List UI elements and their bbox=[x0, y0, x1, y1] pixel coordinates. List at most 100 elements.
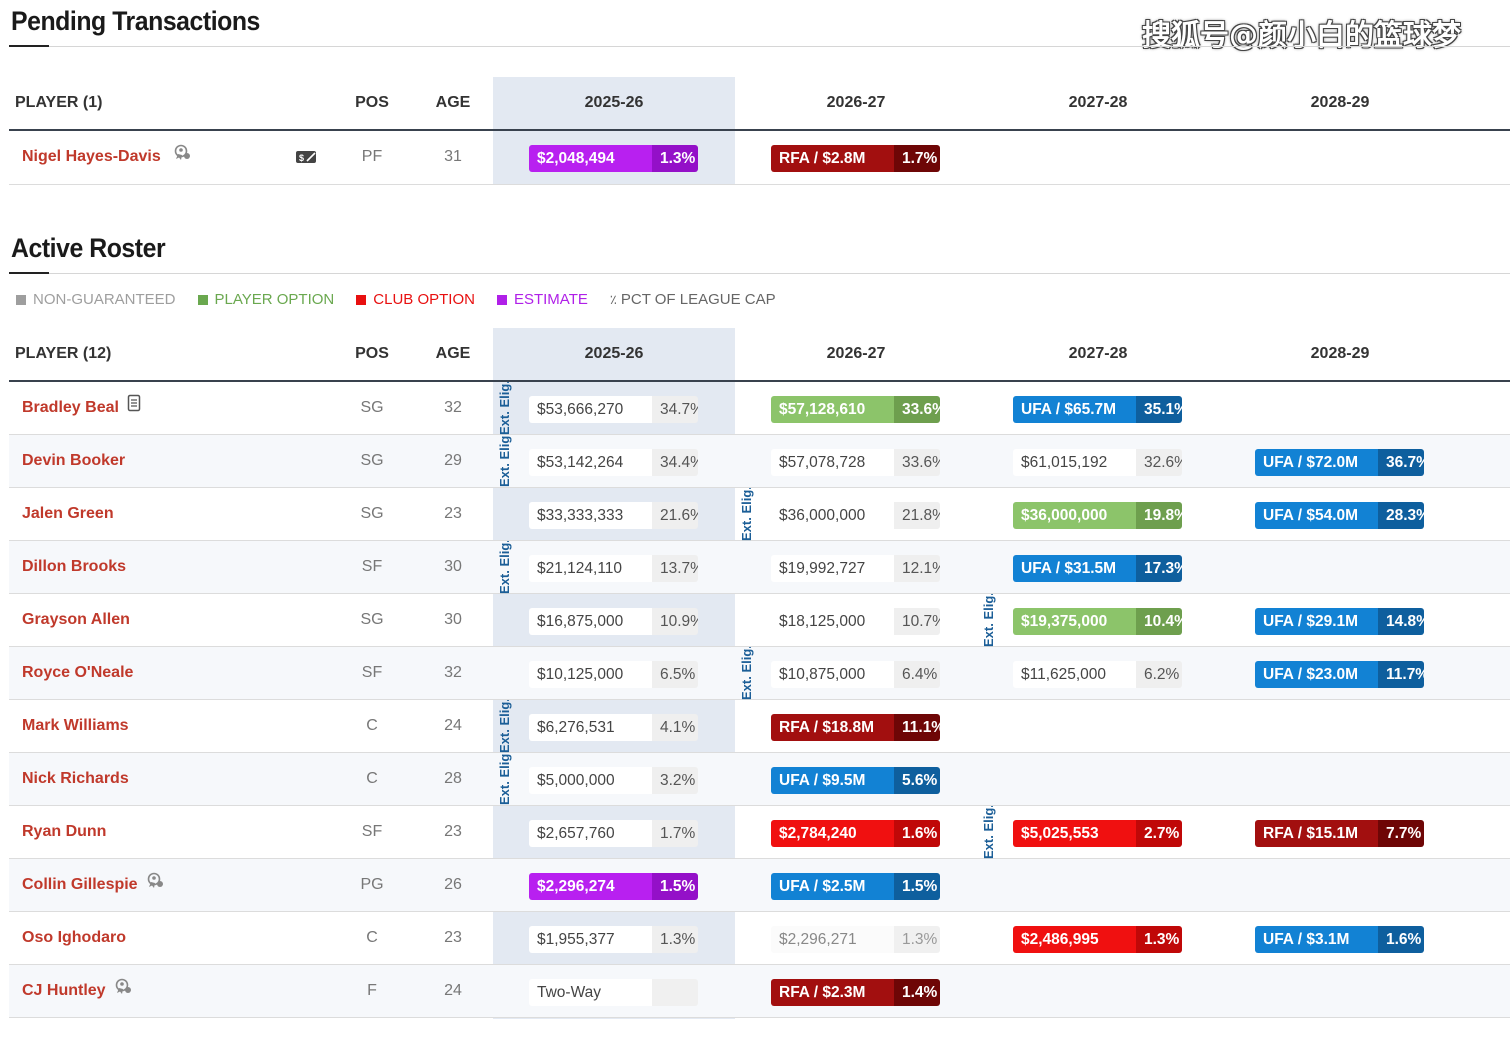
header-2028-29[interactable]: 2028-29 bbox=[1219, 328, 1461, 380]
salary-pill-2025-26[interactable]: $16,875,00010.9% bbox=[529, 608, 698, 635]
table-row: Nick Richards C 28 $5,000,000 3.2% UFA / $9.5… bbox=[9, 753, 1510, 806]
salary-amount: UFA / $23.0M bbox=[1255, 661, 1378, 688]
salary-pill-2028-29[interactable]: RFA / $15.1M 7.7% bbox=[1255, 820, 1424, 847]
salary-pill-2027-28[interactable]: $19,375,00010.4% bbox=[1013, 608, 1182, 635]
cap-percent: 6.5% bbox=[652, 661, 698, 688]
salary-pill-2026-27[interactable]: $57,078,72833.6% bbox=[771, 449, 940, 476]
player-name-link[interactable]: Nick Richards bbox=[22, 770, 129, 787]
header-2025-26[interactable]: 2025-26 bbox=[493, 328, 735, 380]
legend-swatch bbox=[197, 294, 208, 305]
cap-percent: 7.7% bbox=[1378, 820, 1424, 847]
two-way-badge-icon[interactable] bbox=[114, 965, 132, 1017]
salary-amount: $10,125,000 bbox=[529, 661, 652, 688]
extension-eligible-label: Ext. Elig. bbox=[497, 435, 512, 487]
player-name-link[interactable]: Oso Ighodaro bbox=[22, 929, 126, 946]
salary-pill-2026-27[interactable]: UFA / $2.5M 1.5% bbox=[771, 873, 940, 900]
salary-pill-2025-26[interactable]: $2,657,760 1.7% bbox=[529, 820, 698, 847]
salary-amount: UFA / $9.5M bbox=[771, 767, 894, 794]
player-name-link[interactable]: Mark Williams bbox=[22, 717, 129, 734]
header-player[interactable]: PLAYER (1) bbox=[15, 77, 102, 129]
salary-pill-2025-26[interactable]: $5,000,000 3.2% bbox=[529, 767, 698, 794]
salary-pill-2025-26[interactable]: $53,666,27034.7% bbox=[529, 396, 698, 423]
header-2028-29[interactable]: 2028-29 bbox=[1219, 77, 1461, 129]
salary-pill-2025-26[interactable]: $2,296,274 1.5% bbox=[529, 873, 698, 900]
salary-pill-2028-29[interactable]: UFA / $3.1M 1.6% bbox=[1255, 926, 1424, 953]
salary-amount: $6,276,531 bbox=[529, 714, 652, 741]
player-name-link[interactable]: Grayson Allen bbox=[22, 611, 130, 628]
player-cell: CJ Huntley bbox=[22, 965, 132, 1017]
legend: NON-GUARANTEED PLAYER OPTION CLUB OPTION… bbox=[16, 291, 798, 308]
salary-pill-2028-29[interactable]: UFA / $23.0M11.7% bbox=[1255, 661, 1424, 688]
salary-pill-2026-27[interactable]: $36,000,00021.8% bbox=[771, 502, 940, 529]
player-name-link[interactable]: Nigel Hayes-Davis bbox=[22, 148, 161, 165]
position-cell: PF bbox=[361, 148, 383, 165]
salary-pill-2026-27[interactable]: $2,296,271 1.3% bbox=[771, 926, 940, 953]
header-2027-28[interactable]: 2027-28 bbox=[977, 328, 1219, 380]
salary-pill-2027-28[interactable]: $36,000,00019.8% bbox=[1013, 502, 1182, 529]
salary-pill-2026-27[interactable]: $10,875,000 6.4% bbox=[771, 661, 940, 688]
player-name-link[interactable]: CJ Huntley bbox=[22, 982, 106, 999]
salary-pill-2027-28[interactable]: UFA / $65.7M35.1% bbox=[1013, 396, 1182, 423]
salary-pill-2028-29[interactable]: UFA / $72.0M36.7% bbox=[1255, 449, 1424, 476]
salary-pill-2026-27[interactable]: $57,128,61033.6% bbox=[771, 396, 940, 423]
signed-contract-icon[interactable]: $ bbox=[295, 131, 319, 183]
salary-pill-2025-26[interactable]: $21,124,11013.7% bbox=[529, 555, 698, 582]
salary-pill-2027-28[interactable]: $2,486,995 1.3% bbox=[1013, 926, 1182, 953]
age-cell: 23 bbox=[444, 505, 462, 522]
salary-pill-2025-26[interactable]: Two-Way bbox=[529, 979, 698, 1006]
cap-percent: 28.3% bbox=[1378, 502, 1424, 529]
header-player[interactable]: PLAYER (12) bbox=[15, 328, 111, 380]
salary-pill-2026-27[interactable]: UFA / $9.5M 5.6% bbox=[771, 767, 940, 794]
salary-pill-2026-27[interactable]: RFA / $2.8M 1.7% bbox=[771, 145, 940, 172]
salary-pill-2026-27[interactable]: $19,992,72712.1% bbox=[771, 555, 940, 582]
salary-amount: $21,124,110 bbox=[529, 555, 652, 582]
table-row: Devin Booker SG 29 $53,142,26434.4% $57,078,… bbox=[9, 435, 1510, 488]
salary-pill-2028-29[interactable]: UFA / $29.1M14.8% bbox=[1255, 608, 1424, 635]
header-pos[interactable]: POS bbox=[342, 77, 402, 129]
player-name-link[interactable]: Dillon Brooks bbox=[22, 558, 126, 575]
table-row: Oso Ighodaro C 23 $1,955,377 1.3% $2,296,271 1… bbox=[9, 912, 1510, 965]
salary-pill-2026-27[interactable]: $2,784,240 1.6% bbox=[771, 820, 940, 847]
salary-amount: UFA / $65.7M bbox=[1013, 396, 1136, 423]
header-age[interactable]: AGE bbox=[423, 328, 483, 380]
header-2026-27[interactable]: 2026-27 bbox=[735, 328, 977, 380]
salary-pill-2025-26[interactable]: $1,955,377 1.3% bbox=[529, 926, 698, 953]
table-row: Mark Williams C 24 $6,276,531 4.1% RFA / $18.… bbox=[9, 700, 1510, 753]
cap-percent: 14.8% bbox=[1378, 608, 1424, 635]
cap-percent: 33.6% bbox=[894, 449, 940, 476]
header-2025-26[interactable]: 2025-26 bbox=[493, 77, 735, 129]
contract-document-icon[interactable] bbox=[127, 382, 141, 434]
header-age[interactable]: AGE bbox=[423, 77, 483, 129]
salary-pill-2025-26[interactable]: $33,333,33321.6% bbox=[529, 502, 698, 529]
two-way-badge-icon[interactable] bbox=[173, 131, 191, 183]
player-name-link[interactable]: Devin Booker bbox=[22, 452, 125, 469]
salary-pill-2028-29[interactable]: UFA / $54.0M28.3% bbox=[1255, 502, 1424, 529]
salary-pill-2025-26[interactable]: $6,276,531 4.1% bbox=[529, 714, 698, 741]
table-row: Royce O'Neale SF 32 $10,125,000 6.5% $10,875,… bbox=[9, 647, 1510, 700]
salary-pill-2027-28[interactable]: $11,625,000 6.2% bbox=[1013, 661, 1182, 688]
player-name-link[interactable]: Bradley Beal bbox=[22, 399, 119, 416]
header-2027-28[interactable]: 2027-28 bbox=[977, 77, 1219, 129]
header-pos[interactable]: POS bbox=[342, 328, 402, 380]
player-name-link[interactable]: Jalen Green bbox=[22, 505, 114, 522]
salary-pill-2026-27[interactable]: RFA / $2.3M 1.4% bbox=[771, 979, 940, 1006]
table-row: Jalen Green SG 23 $33,333,33321.6% $36,000,0… bbox=[9, 488, 1510, 541]
header-2026-27[interactable]: 2026-27 bbox=[735, 77, 977, 129]
salary-pill-2025-26[interactable]: $10,125,000 6.5% bbox=[529, 661, 698, 688]
salary-pill-2027-28[interactable]: $61,015,19232.6% bbox=[1013, 449, 1182, 476]
watermark-text: 搜狐号@颜小白的篮球梦 bbox=[1142, 18, 1462, 52]
player-name-link[interactable]: Royce O'Neale bbox=[22, 664, 133, 681]
salary-pill-2025-26[interactable]: $2,048,494 1.3% bbox=[529, 145, 698, 172]
salary-pill-2026-27[interactable]: $18,125,00010.7% bbox=[771, 608, 940, 635]
player-name-link[interactable]: Collin Gillespie bbox=[22, 876, 138, 893]
salary-pill-2025-26[interactable]: $53,142,26434.4% bbox=[529, 449, 698, 476]
cap-percent: 3.2% bbox=[652, 767, 698, 794]
two-way-badge-icon[interactable] bbox=[146, 859, 164, 911]
player-name-link[interactable]: Ryan Dunn bbox=[22, 823, 106, 840]
cap-percent: 1.7% bbox=[894, 145, 940, 172]
active-roster-title: Active Roster bbox=[11, 233, 166, 263]
position-cell: C bbox=[366, 929, 378, 946]
salary-pill-2027-28[interactable]: $5,025,553 2.7% bbox=[1013, 820, 1182, 847]
salary-pill-2026-27[interactable]: RFA / $18.8M11.1% bbox=[771, 714, 940, 741]
salary-pill-2027-28[interactable]: UFA / $31.5M17.3% bbox=[1013, 555, 1182, 582]
